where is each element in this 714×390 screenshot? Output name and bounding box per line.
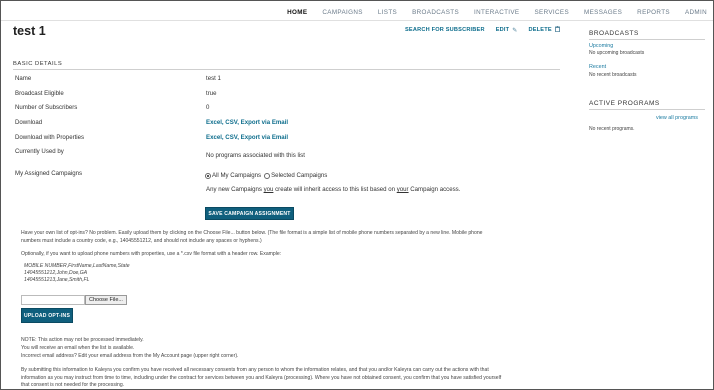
example-row-1: 14045551212,John,Doe,GA (24, 270, 88, 276)
consent-line-1: By submitting this information to Kaleyr… (21, 367, 489, 373)
radio-selected-label[interactable]: Selected Campaigns (271, 172, 327, 179)
access-text-you: you (263, 186, 274, 193)
broadcasts-heading: BROADCASTS (589, 30, 639, 37)
nav-home[interactable]: HOME (287, 9, 307, 16)
nav-reports[interactable]: REPORTS (637, 9, 670, 16)
access-text-your: your (396, 186, 409, 193)
basic-details-heading: BASIC DETAILS (13, 61, 63, 67)
name-label: Name (15, 75, 32, 82)
assigned-campaigns-label: My Assigned Campaigns (15, 170, 83, 177)
choose-file-button[interactable]: Choose File... (85, 295, 127, 305)
optins-intro-line-1: Have your own list of opt-ins? No proble… (21, 230, 483, 236)
example-row-2: 14045551213,Jane,Smith,FL (24, 277, 90, 283)
trash-icon[interactable] (554, 26, 560, 34)
radio-selected-campaigns[interactable] (264, 172, 271, 179)
download-label: Download (15, 119, 43, 126)
name-value: test 1 (206, 75, 221, 82)
subscribers-value: 0 (206, 104, 210, 111)
nav-campaigns[interactable]: CAMPAIGNS (322, 9, 362, 16)
consent-line-2: information as you may instruct from tim… (21, 374, 502, 381)
nav-interactive[interactable]: INTERACTIVE (474, 9, 519, 16)
broadcasts-divider (589, 39, 705, 40)
subscribers-label: Number of Subscribers (15, 104, 78, 111)
nav-admin[interactable]: ADMIN (685, 9, 707, 16)
note-line-3: Incorrect email address? Edit your email… (21, 353, 239, 359)
pencil-icon[interactable]: ✎ (512, 27, 517, 34)
programs-divider (589, 109, 705, 110)
upload-note: NOTE: This action may not be processed i… (21, 336, 238, 360)
upload-optins-button[interactable]: UPLOAD OPT-INS (21, 308, 73, 323)
active-programs-heading: ACTIVE PROGRAMS (589, 100, 660, 107)
used-by-value: No programs associated with this list (206, 152, 305, 159)
recent-empty: No recent broadcasts (589, 72, 637, 78)
save-campaign-assignment-button[interactable]: SAVE CAMPAIGN ASSIGNMENT (205, 207, 294, 220)
nav-broadcasts[interactable]: BROADCASTS (412, 9, 459, 16)
used-by-label: Currently Used by (15, 148, 64, 155)
programs-empty: No recent programs. (589, 126, 635, 132)
top-nav: HOME CAMPAIGNS LISTS BROADCASTS INTERACT… (272, 6, 707, 18)
consent-line-3: that consent is not needed for the proce… (21, 382, 125, 389)
upcoming-link[interactable]: Upcoming (589, 43, 613, 49)
radio-all-campaigns[interactable] (205, 172, 211, 179)
section-divider (13, 69, 560, 70)
access-text-1: Any new Campaigns (206, 186, 264, 193)
list-actions: SEARCH FOR SUBSCRIBER EDIT ✎ DELETE (405, 26, 560, 34)
broadcast-eligible-label: Broadcast Eligible (15, 90, 64, 97)
campaign-radio-group: All My Campaigns Selected Campaigns (205, 172, 327, 179)
nav-divider (1, 20, 713, 21)
broadcast-eligible-value: true (206, 90, 217, 97)
app-frame: HOME CAMPAIGNS LISTS BROADCASTS INTERACT… (0, 0, 714, 390)
recent-link[interactable]: Recent (589, 64, 606, 70)
download-properties-links[interactable]: Excel, CSV, Export via Email (206, 134, 288, 141)
nav-lists[interactable]: LISTS (378, 9, 397, 16)
upcoming-empty: No upcoming broadcasts (589, 50, 645, 56)
nav-services[interactable]: SERVICES (534, 9, 569, 16)
download-properties-label: Download with Properties (15, 134, 85, 141)
edit-link[interactable]: EDIT (496, 27, 510, 33)
note-line-1: NOTE: This action may not be processed i… (21, 337, 144, 343)
file-path-field[interactable] (21, 295, 85, 305)
access-note: Any new Campaigns you create will inheri… (206, 186, 460, 193)
radio-all-label[interactable]: All My Campaigns (212, 172, 261, 179)
access-text-2: create will inherit access to this list … (273, 186, 397, 193)
note-line-2: You will receive an email when the list … (21, 345, 135, 351)
csv-example: MOBILE NUMBER,FirstName,LastName,State 1… (24, 263, 130, 284)
optins-intro-line-2: numbers must include a country code, e.g… (21, 237, 262, 244)
consent-text: By submitting this information to Kaleyr… (21, 367, 502, 389)
optins-intro: Have your own list of opt-ins? No proble… (21, 230, 483, 245)
page-title: test 1 (13, 24, 46, 38)
download-links[interactable]: Excel, CSV, Export via Email (206, 119, 288, 126)
delete-link[interactable]: DELETE (529, 27, 552, 33)
access-text-3: Campaign access. (408, 186, 461, 193)
optins-optional: Optionally, if you want to upload phone … (21, 251, 282, 257)
example-header: MOBILE NUMBER,FirstName,LastName,State (24, 263, 130, 269)
view-all-programs-link[interactable]: view all programs (656, 115, 698, 121)
search-subscriber-link[interactable]: SEARCH FOR SUBSCRIBER (405, 27, 485, 33)
nav-messages[interactable]: MESSAGES (584, 9, 622, 16)
